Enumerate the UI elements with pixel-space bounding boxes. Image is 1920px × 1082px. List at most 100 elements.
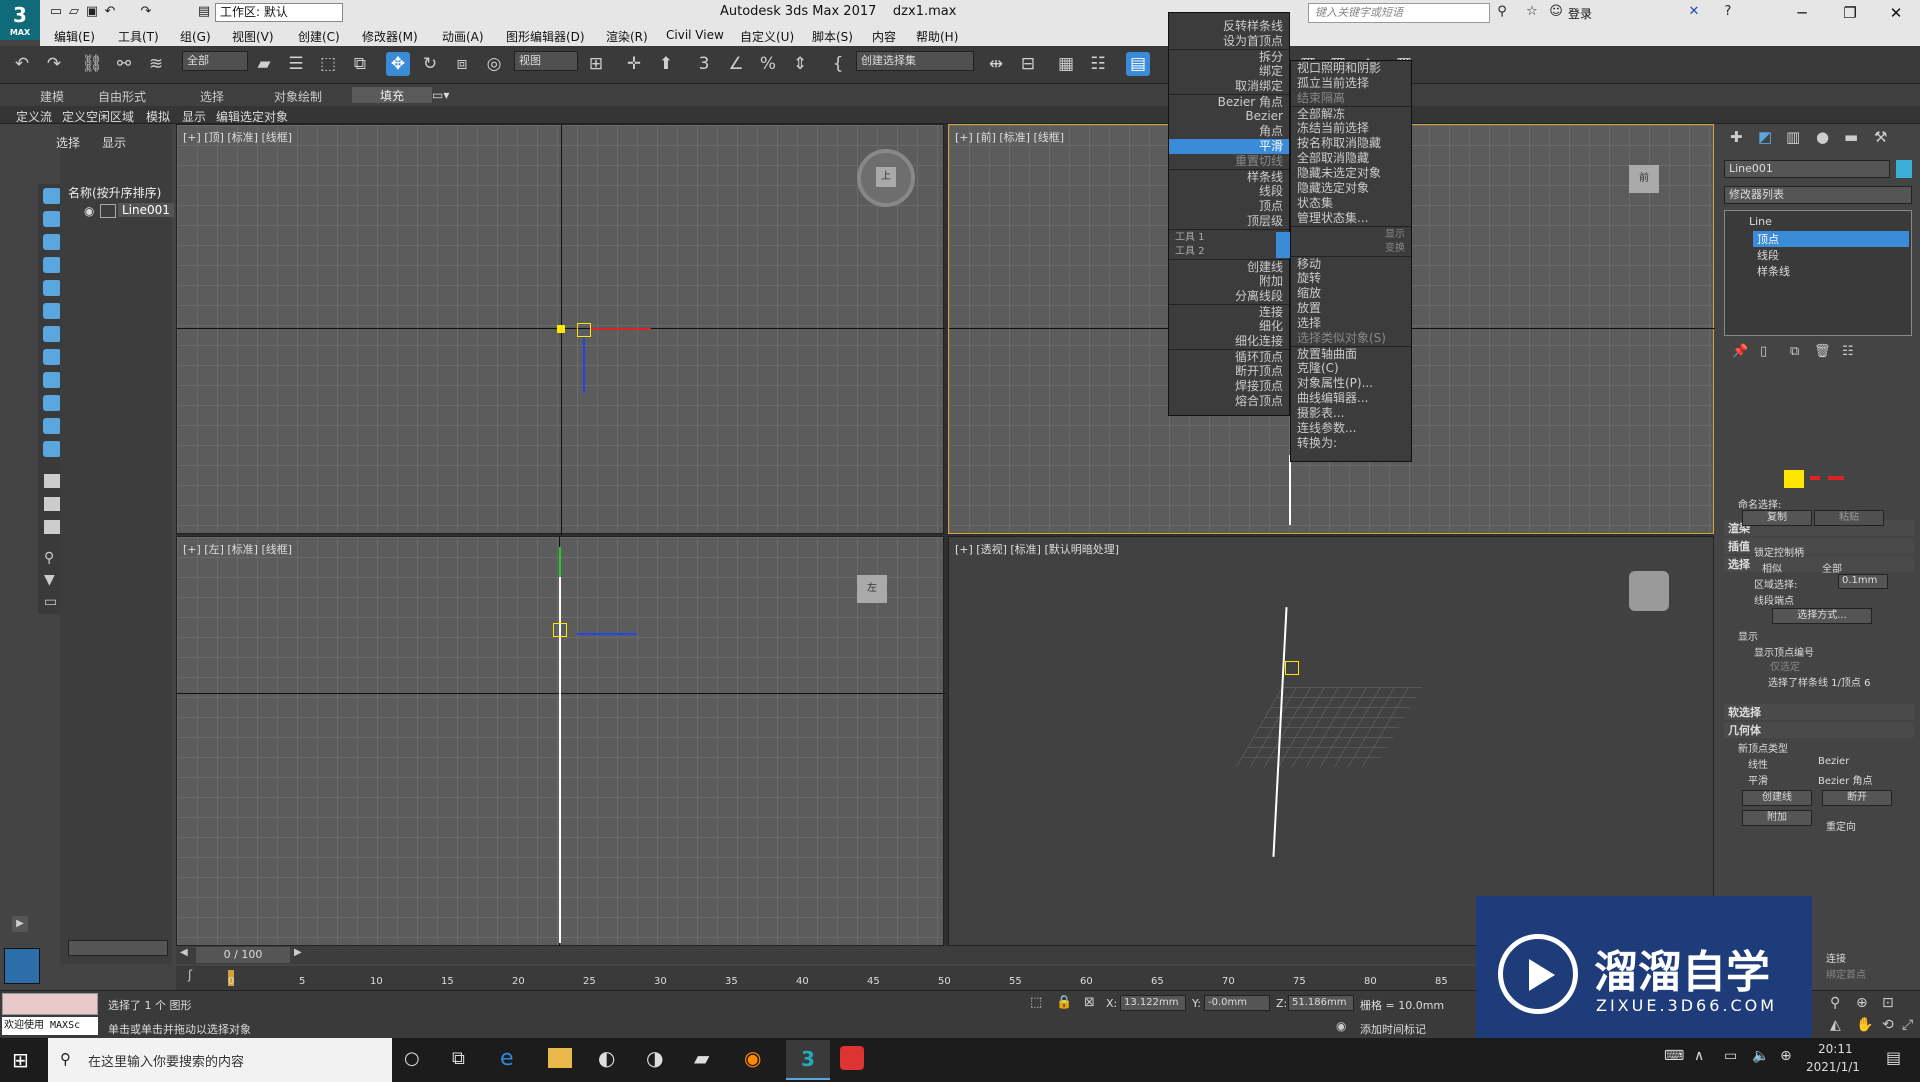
filter-hidden-icon[interactable] — [43, 441, 61, 457]
hierarchy-tab-icon[interactable]: ▥ — [1786, 128, 1800, 146]
quad-item-place-pivot[interactable]: 放置轴曲面 — [1291, 346, 1411, 361]
all-radio[interactable]: 全部 — [1822, 560, 1842, 575]
menu-civil-view[interactable]: Civil View — [666, 28, 724, 42]
quad-item-manage-state-sets[interactable]: 管理状态集... — [1291, 211, 1411, 226]
quad-item-detach-segment[interactable]: 分离线段 — [1169, 289, 1289, 304]
viewport-layout-icon[interactable] — [4, 948, 40, 984]
lock-handles-checkbox[interactable]: 锁定控制柄 — [1754, 544, 1804, 559]
quad-item-clone[interactable]: 克隆(C) — [1291, 361, 1411, 376]
quad-item-connect[interactable]: 连接 — [1169, 304, 1289, 319]
favorites-star-icon[interactable]: ☆ — [1524, 4, 1540, 20]
clock-date[interactable]: 2021/1/1 — [1806, 1060, 1860, 1074]
quad-item-refine-connect[interactable]: 细化连接 — [1169, 334, 1289, 349]
quad-item-unfreeze-all[interactable]: 全部解冻 — [1291, 106, 1411, 121]
viewport-left[interactable]: [+] [左] [标准] [线框] 左 — [176, 536, 945, 947]
segment-mode-icon[interactable] — [1810, 476, 1820, 480]
quad-item-hide-unselected[interactable]: 隐藏未选定对象 — [1291, 166, 1411, 181]
gizmo-z-axis[interactable] — [559, 547, 561, 577]
define-idle-areas-button[interactable]: 定义空闲区域 — [62, 108, 134, 125]
quad-item-bezier-corner[interactable]: Bezier 角点 — [1169, 94, 1289, 109]
menu-rendering[interactable]: 渲染(R) — [606, 28, 648, 45]
quad-item-break-vertices[interactable]: 断开顶点 — [1169, 364, 1289, 379]
viewcube-front[interactable]: 前 — [1629, 165, 1659, 193]
quad-item-convert-to[interactable]: 转换为: — [1291, 436, 1411, 451]
modify-tab-icon[interactable]: ◩ — [1758, 128, 1772, 146]
layer-explorer-icon[interactable]: ▦ — [1054, 52, 1078, 76]
tab-object-paint[interactable]: 对象绘制 — [274, 88, 322, 105]
edit-selected-button[interactable]: 编辑选定对象 — [216, 108, 288, 125]
menu-scripting[interactable]: 脚本(S) — [812, 28, 853, 45]
quad-item-state-sets[interactable]: 状态集 — [1291, 196, 1411, 211]
gizmo-x-axis[interactable] — [591, 328, 651, 330]
remove-modifier-icon[interactable]: 🗑 — [1814, 344, 1831, 359]
select-object-icon[interactable]: ▰ — [252, 52, 276, 76]
3dsmax-taskbar-icon[interactable]: 3 — [786, 1040, 830, 1080]
viewport-front-label[interactable]: [+] [前] [标准] [线框] — [955, 129, 1064, 145]
segment-end-checkbox[interactable]: 线段端点 — [1754, 592, 1794, 607]
user-icon[interactable]: ☺ — [1548, 4, 1564, 20]
viewcube-top[interactable]: 上 — [857, 149, 915, 207]
quad-item-freeze-selection[interactable]: 冻结当前选择 — [1291, 121, 1411, 136]
app-logo[interactable]: 3 MAX — [0, 0, 40, 40]
tray-ime-icon[interactable]: ⊕ — [1780, 1048, 1792, 1064]
tray-chevron-icon[interactable]: ∧ — [1694, 1048, 1704, 1064]
snaps-toggle-icon[interactable]: 3 — [692, 52, 716, 76]
configure-sets-icon[interactable]: ☷ — [1842, 344, 1854, 359]
named-selection-dropdown[interactable]: 创建选择集 — [856, 51, 974, 71]
area-selection-checkbox[interactable]: 区域选择: — [1754, 576, 1797, 591]
align-icon[interactable]: ⊟ — [1016, 52, 1040, 76]
undo-quick-icon[interactable]: ↶ — [102, 4, 118, 20]
time-prev-icon[interactable]: ◀ — [180, 947, 194, 963]
rollout-selection[interactable]: 选择 — [1724, 556, 1914, 572]
rect-selection-icon[interactable]: ⬚ — [316, 52, 340, 76]
quad-item-fuse-vertices[interactable]: 熔合顶点 — [1169, 394, 1289, 409]
filter-cameras-icon[interactable] — [43, 257, 61, 273]
reorient-checkbox[interactable]: 重定向 — [1826, 818, 1856, 833]
quad-item-viewport-lighting[interactable]: 视口照明和阴影 — [1291, 61, 1411, 76]
taskbar-app4-icon[interactable] — [840, 1046, 864, 1070]
menu-modifiers[interactable]: 修改器(M) — [362, 28, 418, 45]
binoculars-icon[interactable]: ⚲ — [1494, 4, 1510, 20]
quad-item-reset-tangents[interactable]: 重置切线 — [1169, 154, 1289, 169]
place-icon[interactable]: ◎ — [482, 52, 506, 76]
angle-snap-icon[interactable]: ∠ — [724, 52, 748, 76]
isolate-toggle-icon[interactable]: ⬚ — [1030, 995, 1042, 1010]
workspace-dropdown[interactable]: 工作区: 默认 — [215, 3, 343, 22]
field-of-view-icon[interactable]: ◭ — [1830, 1017, 1841, 1033]
maximize-viewport-icon[interactable]: ⤢ — [1902, 1017, 1913, 1033]
menu-content[interactable]: 内容 — [872, 28, 896, 45]
quad-item-curve-editor[interactable]: 曲线编辑器... — [1291, 391, 1411, 406]
orbit-icon[interactable]: ⟲ — [1882, 1017, 1894, 1033]
vertex-mode-icon[interactable] — [1784, 470, 1804, 488]
gizmo-center[interactable] — [553, 623, 567, 637]
maxscript-input[interactable]: 欢迎使用 MAXSc — [2, 1017, 98, 1035]
bind-first-checkbox[interactable]: 绑定首点 — [1826, 966, 1866, 981]
filter-funnel-icon[interactable]: ▼ — [44, 572, 55, 588]
menu-create[interactable]: 创建(C) — [298, 28, 340, 45]
filter-helpers-icon[interactable] — [43, 280, 61, 296]
quad-item-bind[interactable]: 绑定 — [1169, 64, 1289, 79]
menu-customize[interactable]: 自定义(U) — [740, 28, 794, 45]
time-slider-thumb[interactable]: 0 / 100 — [196, 947, 290, 963]
display-tab-icon[interactable]: ▬ — [1844, 128, 1858, 146]
quad-item-end-isolate[interactable]: 结束隔离 — [1291, 91, 1411, 106]
simulate-button[interactable]: 模拟 — [146, 108, 170, 125]
object-name-field[interactable]: Line001 — [1724, 160, 1890, 178]
scene-explorer-icon[interactable]: ▤ — [1126, 52, 1150, 76]
zoom-icon[interactable]: ⚲ — [1830, 995, 1840, 1011]
rollout-soft-selection[interactable]: 软选择 — [1724, 704, 1914, 720]
stack-item-vertex[interactable]: 顶点 — [1753, 231, 1909, 247]
quad-item-move[interactable]: 移动 — [1291, 256, 1411, 271]
vertex-point[interactable] — [557, 325, 565, 333]
quad-item-unbind[interactable]: 取消绑定 — [1169, 79, 1289, 94]
find-icon[interactable]: ⚲ — [44, 550, 54, 566]
spline-segment[interactable] — [1289, 455, 1291, 525]
quad-item-dope-sheet[interactable]: 摄影表... — [1291, 406, 1411, 421]
filter-xrefs-icon[interactable] — [43, 349, 61, 365]
search-input[interactable]: 键入关键字或短语 — [1308, 3, 1490, 23]
percent-snap-icon[interactable]: % — [756, 52, 780, 76]
select-by-button[interactable]: 选择方式... — [1772, 608, 1872, 624]
taskbar-app3-icon[interactable]: ▰ — [694, 1046, 709, 1070]
new-file-icon[interactable]: ▭ — [48, 4, 64, 20]
pin-stack-icon[interactable]: 📌 — [1732, 344, 1748, 359]
